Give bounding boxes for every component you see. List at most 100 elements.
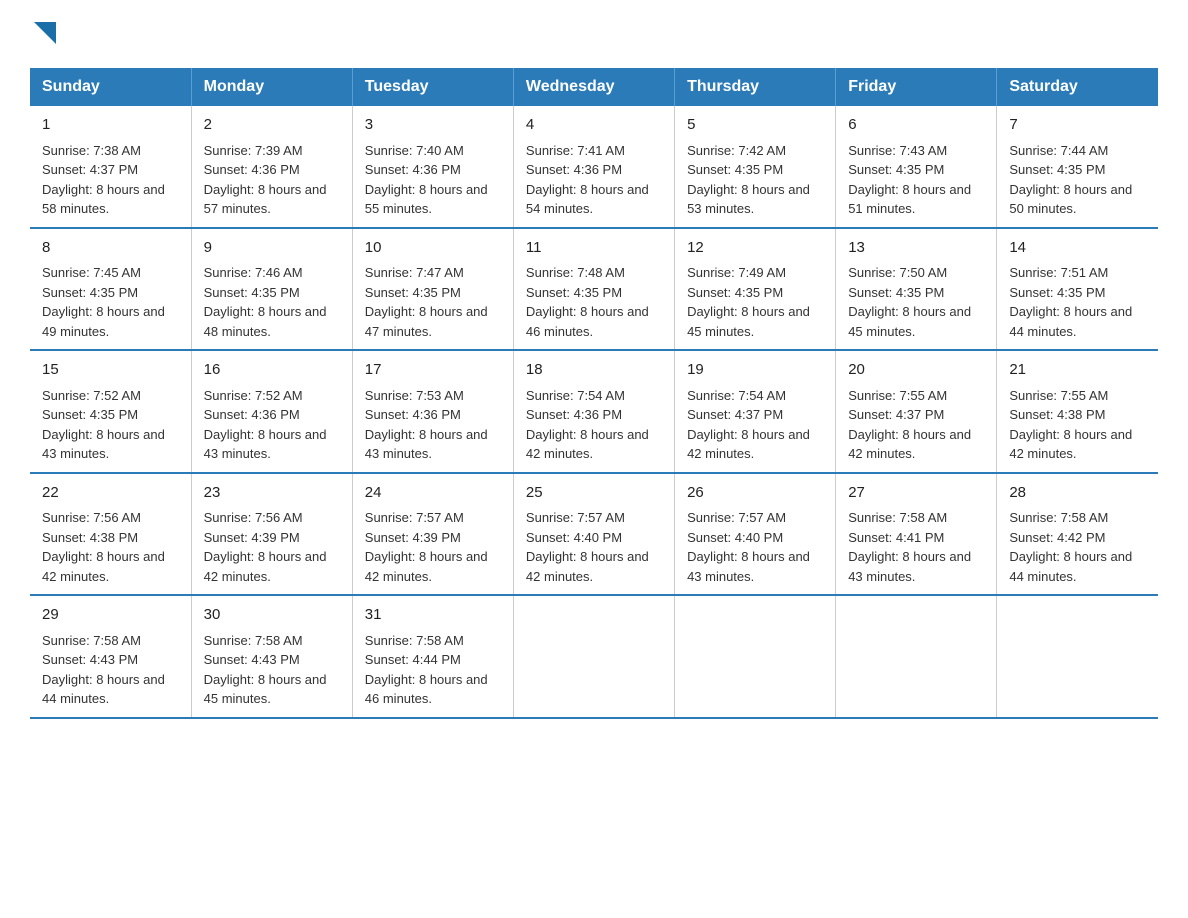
sunrise-info: Sunrise: 7:58 AM [42,631,179,651]
daylight-info: Daylight: 8 hours and 43 minutes. [848,547,984,586]
sunrise-info: Sunrise: 7:54 AM [687,386,823,406]
sunrise-info: Sunrise: 7:38 AM [42,141,179,161]
calendar-cell: 6Sunrise: 7:43 AMSunset: 4:35 PMDaylight… [836,106,997,228]
daylight-info: Daylight: 8 hours and 43 minutes. [365,425,501,464]
week-row-2: 8Sunrise: 7:45 AMSunset: 4:35 PMDaylight… [30,228,1158,351]
sunrise-info: Sunrise: 7:58 AM [204,631,340,651]
day-number: 11 [526,237,662,260]
day-number: 31 [365,604,501,627]
calendar-cell: 17Sunrise: 7:53 AMSunset: 4:36 PMDayligh… [352,350,513,473]
daylight-info: Daylight: 8 hours and 42 minutes. [687,425,823,464]
daylight-info: Daylight: 8 hours and 42 minutes. [365,547,501,586]
sunset-info: Sunset: 4:41 PM [848,528,984,548]
day-number: 28 [1009,482,1146,505]
sunset-info: Sunset: 4:36 PM [365,160,501,180]
calendar-cell: 19Sunrise: 7:54 AMSunset: 4:37 PMDayligh… [675,350,836,473]
daylight-info: Daylight: 8 hours and 46 minutes. [365,670,501,709]
calendar-cell: 12Sunrise: 7:49 AMSunset: 4:35 PMDayligh… [675,228,836,351]
sunrise-info: Sunrise: 7:42 AM [687,141,823,161]
calendar-cell: 22Sunrise: 7:56 AMSunset: 4:38 PMDayligh… [30,473,191,596]
calendar-cell: 18Sunrise: 7:54 AMSunset: 4:36 PMDayligh… [513,350,674,473]
day-number: 15 [42,359,179,382]
calendar-cell: 23Sunrise: 7:56 AMSunset: 4:39 PMDayligh… [191,473,352,596]
daylight-info: Daylight: 8 hours and 42 minutes. [1009,425,1146,464]
daylight-info: Daylight: 8 hours and 45 minutes. [848,302,984,341]
daylight-info: Daylight: 8 hours and 51 minutes. [848,180,984,219]
day-number: 9 [204,237,340,260]
daylight-info: Daylight: 8 hours and 47 minutes. [365,302,501,341]
sunset-info: Sunset: 4:38 PM [1009,405,1146,425]
sunrise-info: Sunrise: 7:54 AM [526,386,662,406]
day-number: 21 [1009,359,1146,382]
daylight-info: Daylight: 8 hours and 54 minutes. [526,180,662,219]
day-number: 19 [687,359,823,382]
sunset-info: Sunset: 4:35 PM [42,405,179,425]
calendar-cell: 5Sunrise: 7:42 AMSunset: 4:35 PMDaylight… [675,106,836,228]
daylight-info: Daylight: 8 hours and 42 minutes. [204,547,340,586]
calendar-header: SundayMondayTuesdayWednesdayThursdayFrid… [30,68,1158,106]
day-number: 22 [42,482,179,505]
day-number: 12 [687,237,823,260]
sunrise-info: Sunrise: 7:48 AM [526,263,662,283]
sunset-info: Sunset: 4:35 PM [848,160,984,180]
calendar-cell: 26Sunrise: 7:57 AMSunset: 4:40 PMDayligh… [675,473,836,596]
calendar-cell: 24Sunrise: 7:57 AMSunset: 4:39 PMDayligh… [352,473,513,596]
calendar-cell: 27Sunrise: 7:58 AMSunset: 4:41 PMDayligh… [836,473,997,596]
daylight-info: Daylight: 8 hours and 44 minutes. [1009,547,1146,586]
sunrise-info: Sunrise: 7:44 AM [1009,141,1146,161]
sunset-info: Sunset: 4:42 PM [1009,528,1146,548]
sunrise-info: Sunrise: 7:39 AM [204,141,340,161]
day-number: 25 [526,482,662,505]
weekday-header-saturday: Saturday [997,68,1158,106]
calendar-cell: 20Sunrise: 7:55 AMSunset: 4:37 PMDayligh… [836,350,997,473]
sunrise-info: Sunrise: 7:55 AM [1009,386,1146,406]
day-number: 14 [1009,237,1146,260]
sunset-info: Sunset: 4:35 PM [204,283,340,303]
calendar-cell [675,595,836,718]
sunrise-info: Sunrise: 7:58 AM [365,631,501,651]
logo-block [30,20,56,48]
sunset-info: Sunset: 4:43 PM [204,650,340,670]
sunrise-info: Sunrise: 7:40 AM [365,141,501,161]
week-row-3: 15 Sunrise: 7:52 AM Sunset: 4:35 PM Dayligh… [30,350,1158,473]
sunset-info: Sunset: 4:39 PM [365,528,501,548]
calendar-body: 1Sunrise: 7:38 AMSunset: 4:37 PMDaylight… [30,106,1158,718]
sunset-info: Sunset: 4:36 PM [365,405,501,425]
page-header [30,20,1158,48]
calendar-cell: 10Sunrise: 7:47 AMSunset: 4:35 PMDayligh… [352,228,513,351]
calendar-cell: 29Sunrise: 7:58 AMSunset: 4:43 PMDayligh… [30,595,191,718]
sunset-info: Sunset: 4:35 PM [848,283,984,303]
week-row-4: 22Sunrise: 7:56 AMSunset: 4:38 PMDayligh… [30,473,1158,596]
day-number: 23 [204,482,340,505]
daylight-info: Daylight: 8 hours and 44 minutes. [42,670,179,709]
calendar-cell [836,595,997,718]
sunset-info: Sunset: 4:35 PM [365,283,501,303]
calendar-cell: 7Sunrise: 7:44 AMSunset: 4:35 PMDaylight… [997,106,1158,228]
day-number: 7 [1009,114,1146,137]
calendar-cell: 3Sunrise: 7:40 AMSunset: 4:36 PMDaylight… [352,106,513,228]
sunset-info: Sunset: 4:35 PM [687,160,823,180]
day-number: 8 [42,237,179,260]
calendar-cell: 15Sunrise: 7:52 AMSunset: 4:35 PMDayligh… [30,350,191,473]
sunrise-info: Sunrise: 7:53 AM [365,386,501,406]
calendar-cell: 30Sunrise: 7:58 AMSunset: 4:43 PMDayligh… [191,595,352,718]
calendar-cell: 9Sunrise: 7:46 AMSunset: 4:35 PMDaylight… [191,228,352,351]
daylight-info: Daylight: 8 hours and 45 minutes. [687,302,823,341]
calendar-table: SundayMondayTuesdayWednesdayThursdayFrid… [30,68,1158,719]
weekday-row: SundayMondayTuesdayWednesdayThursdayFrid… [30,68,1158,106]
week-row-5: 29Sunrise: 7:58 AMSunset: 4:43 PMDayligh… [30,595,1158,718]
daylight-info: Daylight: 8 hours and 43 minutes. [204,425,340,464]
sunset-info: Sunset: 4:35 PM [687,283,823,303]
daylight-info: Daylight: 8 hours and 43 minutes. [687,547,823,586]
weekday-header-wednesday: Wednesday [513,68,674,106]
sunrise-info: Sunrise: 7:52 AM [204,386,340,406]
sunset-info: Sunset: 4:39 PM [204,528,340,548]
sunrise-info: Sunrise: 7:57 AM [526,508,662,528]
sunset-info: Sunset: 4:35 PM [1009,283,1146,303]
week-row-1: 1Sunrise: 7:38 AMSunset: 4:37 PMDaylight… [30,106,1158,228]
logo [30,20,56,48]
day-number: 18 [526,359,662,382]
sunrise-info: Sunrise: 7:50 AM [848,263,984,283]
daylight-info: Daylight: 8 hours and 58 minutes. [42,180,179,219]
sunset-info: Sunset: 4:36 PM [526,405,662,425]
